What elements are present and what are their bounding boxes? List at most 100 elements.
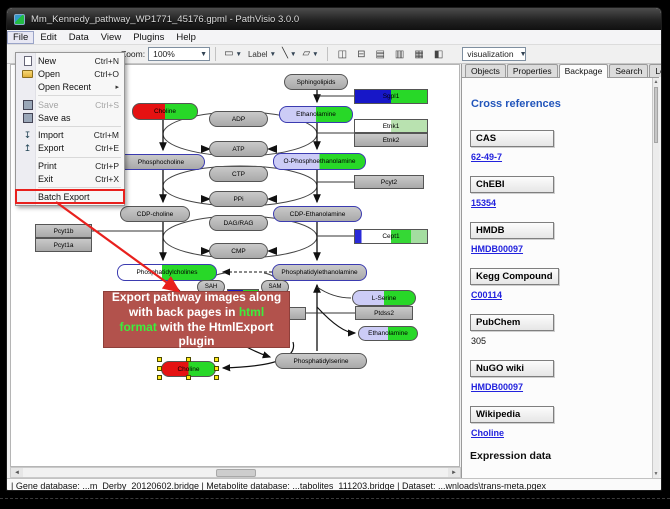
selection-handle[interactable]	[157, 375, 162, 380]
menu-item-label: Batch Export	[36, 192, 119, 202]
menu-item-export[interactable]: ↥ExportCtrl+E	[16, 142, 124, 155]
scroll-down-icon[interactable]: ▼	[653, 470, 659, 478]
xref-section-wikipedia: Wikipedia Choline	[470, 404, 652, 438]
xref-link[interactable]: HMDB00097	[471, 382, 652, 392]
node-phosphatidylserine[interactable]: Phosphatidylserine	[275, 353, 367, 369]
node-label: ADP	[232, 116, 245, 123]
tab-objects[interactable]: Objects	[465, 64, 506, 77]
xref-link[interactable]: Choline	[471, 428, 652, 438]
node-phosphatidylethanolamine[interactable]: Phosphatidylethanolamine	[272, 264, 367, 281]
node-l-serine[interactable]: L-Serine	[352, 290, 416, 306]
selection-handle[interactable]	[214, 357, 219, 362]
canvas-horizontal-scrollbar[interactable]: ◄ ►	[10, 467, 461, 478]
node-etnk2[interactable]: Etnk2	[354, 133, 428, 147]
stack-vertical-icon[interactable]: ▤	[370, 49, 389, 60]
menu-item-save-as[interactable]: Save as	[16, 111, 124, 124]
selection-handle[interactable]	[157, 357, 162, 362]
tab-properties[interactable]: Properties	[507, 64, 558, 77]
node-label: Sgpl1	[383, 93, 400, 100]
title-bar[interactable]: Mm_Kennedy_pathway_WP1771_45176.gpml - P…	[7, 8, 661, 30]
node-atp[interactable]: ATP	[209, 141, 268, 157]
node-label: Etnk1	[383, 123, 400, 130]
menu-item-open[interactable]: OpenCtrl+O	[16, 68, 124, 81]
selection-handle[interactable]	[186, 375, 191, 380]
node-ppi[interactable]: PPi	[209, 191, 268, 207]
line-tool-button[interactable]: ╲▼	[279, 48, 299, 60]
menu-item-print[interactable]: PrintCtrl+P	[16, 160, 124, 173]
node-ethanolamine[interactable]: Ethanolamine	[358, 326, 418, 341]
scrollbar-thumb[interactable]	[654, 87, 658, 143]
scroll-right-icon[interactable]: ►	[448, 468, 460, 477]
tab-backpage[interactable]: Backpage	[559, 64, 609, 78]
menu-separator	[38, 187, 121, 188]
tab-search[interactable]: Search	[609, 64, 648, 77]
menubar-item-edit[interactable]: Edit	[34, 31, 62, 44]
xref-link[interactable]: 15354	[471, 198, 652, 208]
label-tool-button[interactable]: Label▼	[245, 49, 279, 60]
window-title: Mm_Kennedy_pathway_WP1771_45176.gpml - P…	[31, 14, 299, 25]
zoom-combobox[interactable]: 100% ▼	[148, 47, 210, 61]
node-sgpl1[interactable]: Sgpl1	[354, 89, 428, 104]
menu-item-label: Import	[36, 130, 94, 140]
chevron-down-icon: ▼	[514, 51, 527, 58]
node-ethanolamine[interactable]: Ethanolamine	[279, 106, 353, 123]
align-center-x-icon[interactable]: ◫	[333, 49, 352, 60]
node-pcyt2[interactable]: Pcyt2	[354, 175, 424, 189]
node-sphingolipids[interactable]: Sphingolipids	[284, 74, 348, 90]
xref-header: ChEBI	[470, 176, 554, 193]
node-etnk1[interactable]: Etnk1	[354, 119, 428, 133]
node-ptdss2[interactable]: Ptdss2	[355, 306, 413, 320]
node-pcyt1b[interactable]: Pcyt1b	[35, 224, 92, 238]
menu-item-import[interactable]: ↧ImportCtrl+M	[16, 129, 124, 142]
tab-legend[interactable]: Legend	[649, 64, 662, 77]
distribute-icon[interactable]: ▦	[409, 49, 428, 60]
selection-handle[interactable]	[157, 366, 162, 371]
menu-item-save[interactable]: SaveCtrl+S	[16, 98, 124, 111]
node-o-phosphoethanolamine[interactable]: O-Phosphoethanolamine	[273, 153, 366, 170]
selection-handle[interactable]	[186, 357, 191, 362]
datanode-tool-button[interactable]: ▭▼	[221, 48, 245, 60]
node-pcyt1a[interactable]: Pcyt1a	[35, 238, 92, 252]
menubar-item-data[interactable]: Data	[63, 31, 95, 44]
node-cdp-choline[interactable]: CDP-choline	[120, 206, 190, 222]
shape-tool-button[interactable]: ▱▼	[299, 48, 321, 60]
menu-item-shortcut: Ctrl+E	[95, 143, 119, 153]
stack-horizontal-icon[interactable]: ▥	[390, 49, 409, 60]
xref-section-hmdb: HMDBHMDB00097	[470, 220, 652, 254]
menubar-item-help[interactable]: Help	[170, 31, 202, 44]
menubar-item-view[interactable]: View	[95, 31, 127, 44]
xref-link[interactable]: 62-49-7	[471, 152, 652, 162]
node-cdp-ethanolamine[interactable]: CDP-Ethanolamine	[273, 206, 362, 222]
layout-icon[interactable]: ◧	[429, 49, 448, 60]
selection-handle[interactable]	[214, 375, 219, 380]
menu-item-batch-export[interactable]: Batch Export	[16, 190, 124, 203]
xref-link[interactable]: HMDB00097	[471, 244, 652, 254]
node-cept1[interactable]: Cept1	[354, 229, 428, 244]
expression-data-heading: Expression data	[470, 450, 652, 462]
node-label: CDP-Ethanolamine	[290, 211, 346, 218]
node-label: Phosphatidylserine	[294, 358, 349, 365]
menubar-item-file[interactable]: File	[7, 31, 34, 44]
menu-item-new[interactable]: NewCtrl+N	[16, 55, 124, 68]
node-choline[interactable]: Choline	[132, 103, 198, 120]
node-adp[interactable]: ADP	[209, 111, 268, 127]
scroll-up-icon[interactable]: ▲	[653, 78, 659, 86]
visualization-combobox[interactable]: visualization ▼	[462, 47, 526, 61]
node-phosphatidylcholines[interactable]: Phosphatidylcholines	[117, 264, 217, 281]
menu-bar: FileEditDataViewPluginsHelp	[7, 30, 661, 45]
side-panel-scrollbar[interactable]: ▲ ▼	[652, 78, 659, 478]
menu-item-open-recent[interactable]: Open Recent▸	[16, 81, 124, 94]
scroll-left-icon[interactable]: ◄	[11, 468, 23, 477]
align-center-y-icon[interactable]: ⊟	[352, 49, 370, 60]
xref-header: Wikipedia	[470, 406, 554, 423]
menu-item-exit[interactable]: ExitCtrl+X	[16, 172, 124, 185]
selection-handle[interactable]	[214, 366, 219, 371]
xref-link[interactable]: C00114	[471, 290, 652, 300]
node-cmp[interactable]: CMP	[209, 243, 268, 259]
scrollbar-thumb[interactable]	[216, 469, 256, 477]
node-ctp[interactable]: CTP	[209, 166, 268, 182]
node-dag-rag[interactable]: DAG/RAG	[209, 215, 268, 231]
node-phosphocholine[interactable]: Phosphocholine	[117, 154, 205, 170]
save-icon	[19, 113, 36, 123]
menubar-item-plugins[interactable]: Plugins	[127, 31, 170, 44]
